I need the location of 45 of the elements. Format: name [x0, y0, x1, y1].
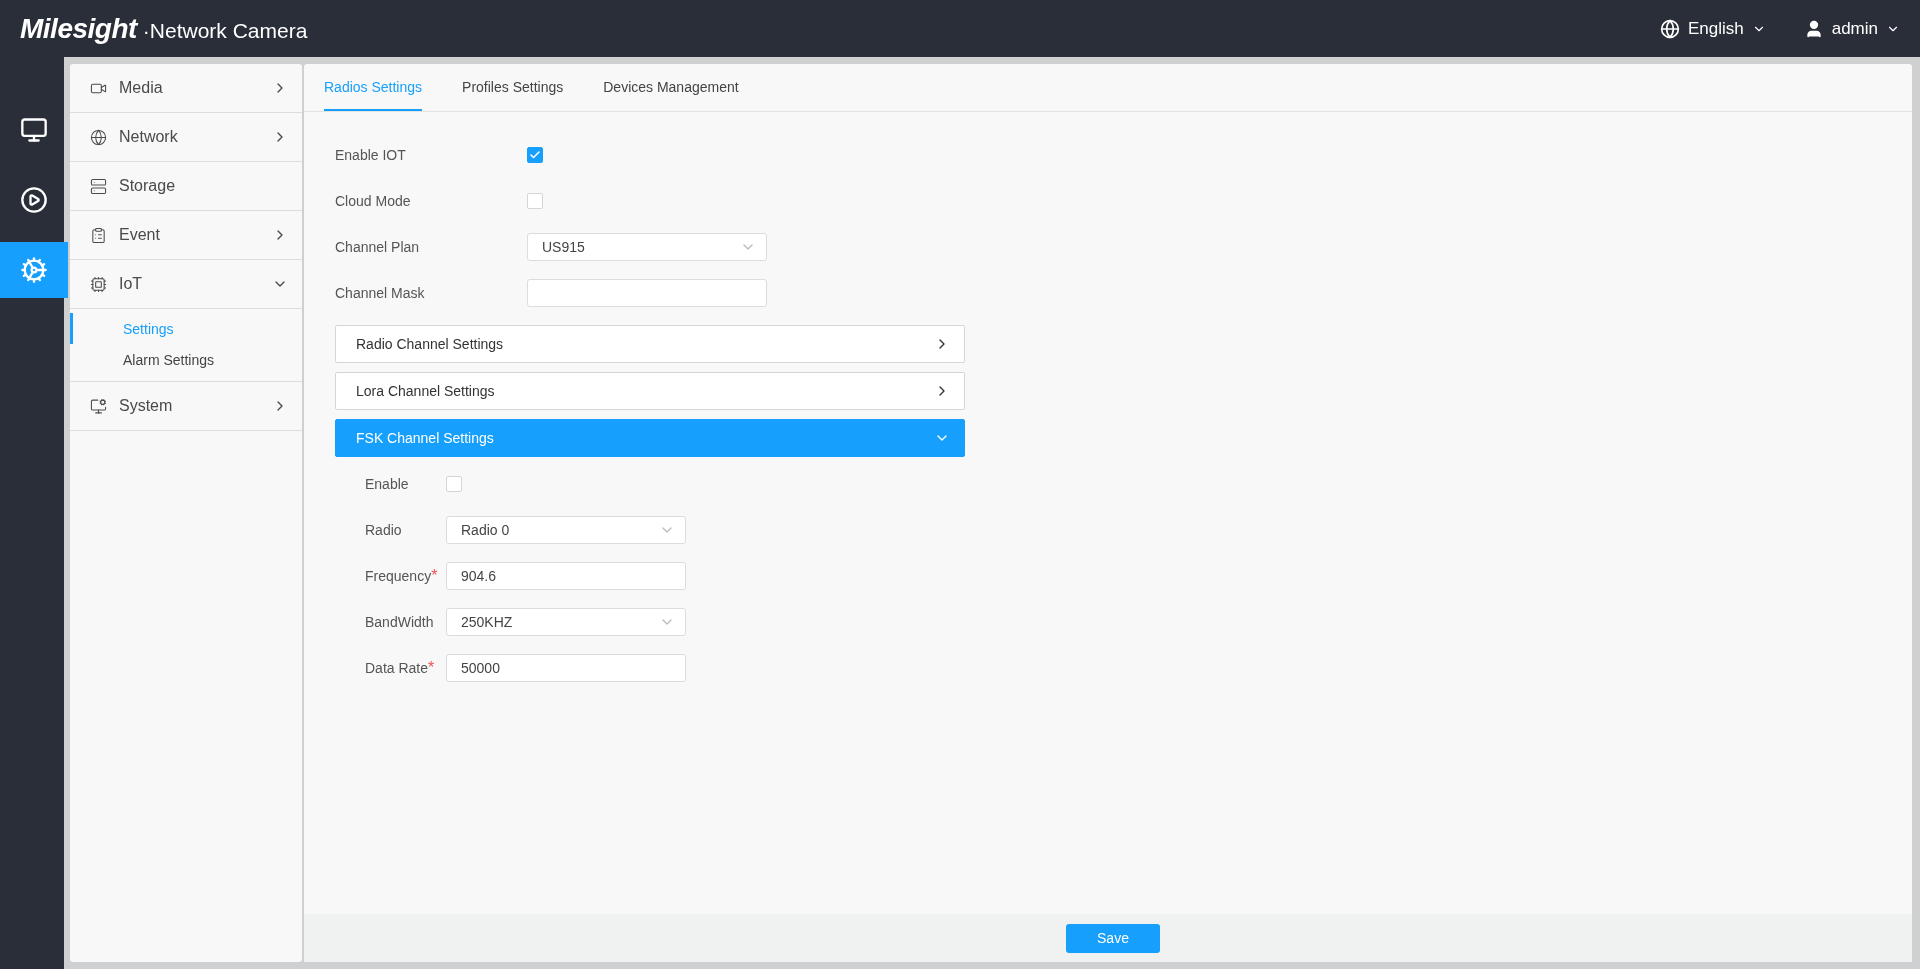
field-label: Radio [365, 522, 402, 538]
sidebar-item[interactable]: IoT [70, 260, 302, 309]
field-label: Enable IOT [335, 147, 406, 163]
sidebar-item[interactable]: Network [70, 113, 302, 162]
storage-icon [90, 177, 107, 195]
field-label: Data Rate [365, 660, 429, 676]
accordion-header[interactable]: Lora Channel Settings [335, 372, 965, 410]
tab[interactable]: Profiles Settings [462, 64, 564, 111]
select-field[interactable]: 250KHZ [446, 608, 686, 636]
input-field[interactable]: 904.6 [446, 562, 686, 590]
sidebar-item[interactable]: Media [70, 64, 302, 113]
field-label: Cloud Mode [335, 193, 411, 209]
required-mark: * [431, 567, 438, 584]
required-mark: * [428, 659, 435, 676]
settings-icon [20, 256, 48, 284]
monitor-icon [20, 116, 48, 144]
field-label: Channel Plan [335, 239, 420, 255]
system-icon [90, 397, 107, 415]
checkbox[interactable] [446, 476, 462, 492]
sidebar-item[interactable]: Event [70, 211, 302, 260]
event-icon [90, 226, 107, 244]
field-label: BandWidth [365, 614, 434, 630]
select-field[interactable]: US915 [527, 233, 767, 261]
play-icon [20, 186, 48, 214]
tab[interactable]: Devices Management [603, 64, 739, 111]
accordion-header[interactable]: Radio Channel Settings [335, 325, 965, 363]
globe-icon [1659, 18, 1680, 39]
iot-icon [90, 275, 107, 293]
brand-logo: Milesight [20, 12, 137, 45]
sidebar-item[interactable]: Storage [70, 162, 302, 211]
field-label: Channel Mask [335, 285, 425, 301]
user-menu[interactable]: admin [1803, 18, 1900, 39]
sidebar-item[interactable]: System [70, 382, 302, 431]
checkbox[interactable] [527, 193, 543, 209]
field-label: Frequency [365, 568, 432, 584]
checkbox[interactable] [527, 147, 543, 163]
input-field[interactable] [527, 279, 767, 307]
select-field[interactable]: Radio 0 [446, 516, 686, 544]
sidebar-subitem[interactable]: Alarm Settings [70, 344, 302, 375]
check-icon [529, 149, 541, 161]
product-title: ·Network Camera [142, 18, 308, 43]
language-menu[interactable]: English [1659, 18, 1766, 39]
network-icon [90, 128, 107, 146]
input-field[interactable]: 50000 [446, 654, 686, 682]
field-label: Enable [365, 476, 409, 492]
